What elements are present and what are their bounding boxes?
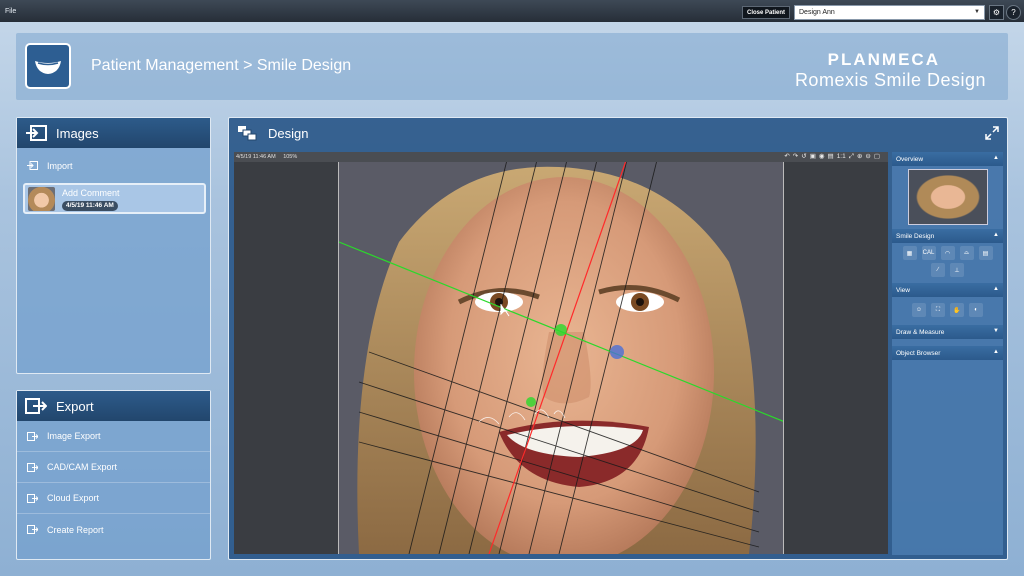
object-browser-section-header[interactable]: Object Browser ▲ (892, 346, 1003, 360)
face-grid-icon[interactable]: ▦ (902, 246, 917, 260)
patient-select-value: Design Ann (799, 9, 835, 16)
images-icon (25, 125, 47, 141)
canvas-zoom: 105% (283, 154, 298, 160)
brand-name: PLANMECA (827, 50, 940, 69)
collapse-icon: ▲ (993, 155, 999, 161)
draw-measure-label: Draw & Measure (896, 328, 945, 336)
ruler-icon[interactable]: ⊥ (950, 263, 964, 277)
close-patient-button[interactable]: Close Patient (742, 6, 791, 19)
smile-logo-icon (25, 43, 71, 89)
cloud-export-button[interactable]: Cloud Export (17, 483, 210, 514)
adjust-icon[interactable]: ◐ (969, 303, 983, 317)
menu-file[interactable]: File (5, 8, 16, 15)
canvas-date: 4/5/19 11:46 AM (236, 154, 276, 160)
settings-icon: ⚙ (992, 8, 1001, 17)
save-icon[interactable]: ▣ (810, 152, 816, 162)
app-header: Patient Management > Smile Design PLANME… (16, 33, 1008, 100)
settings-button[interactable]: ⚙ (989, 5, 1004, 20)
images-panel: Images Import Add Comment 4/5/19 11:46 A… (16, 117, 211, 374)
smile-design-tools-2: ∕ ⊥ (892, 263, 1003, 277)
smile-design-tools: ▦ CAL ◠ ⌓ ▤ (892, 246, 1003, 260)
zoom-in-icon[interactable]: ⊕ (857, 152, 862, 162)
cadcam-export-label: CAD/CAM Export (47, 462, 118, 472)
teeth-library-icon[interactable]: ⌓ (959, 246, 974, 260)
collapse-icon: ▲ (993, 349, 999, 355)
patient-thumbnail (28, 187, 55, 211)
overview-thumbnail[interactable] (907, 169, 988, 225)
create-report-icon (27, 525, 38, 534)
images-panel-header: Images (17, 118, 210, 148)
fullscreen-icon[interactable]: ⛶ (931, 303, 945, 317)
create-report-button[interactable]: Create Report (17, 514, 210, 545)
smile-design-label: Smile Design (896, 232, 935, 240)
image-export-button[interactable]: Image Export (17, 421, 210, 452)
reset-icon[interactable]: ↺ (801, 152, 806, 162)
images-panel-title: Images (56, 125, 99, 141)
tooth-shape-icon[interactable]: ▤ (978, 246, 993, 260)
camera-icon[interactable]: ◉ (819, 152, 825, 162)
hand-pan-icon[interactable]: ✋ (950, 303, 964, 317)
smile-curve-icon[interactable]: ◠ (940, 246, 955, 260)
overview-label: Overview (896, 155, 924, 163)
image-export-icon (27, 431, 38, 441)
face-view-icon[interactable]: ☺ (912, 303, 926, 317)
undo-icon[interactable]: ↶ (784, 152, 789, 162)
create-report-label: Create Report (47, 524, 104, 535)
cloud-export-icon (27, 493, 38, 503)
design-panel: Design 4/5/19 11:46 AM 105% ↶ ↷ ↺ ▣ ◉ ▤ … (228, 117, 1008, 560)
view-tools: ☺ ⛶ ✋ ◐ (892, 303, 1003, 317)
collapse-icon: ▲ (993, 232, 999, 238)
export-panel-header: Export (17, 391, 210, 421)
view-label: View (896, 286, 910, 294)
import-button[interactable]: Import (17, 150, 210, 181)
smile-design-overlay (339, 152, 783, 554)
fit-icon[interactable]: ⤢ (849, 152, 854, 162)
design-canvas[interactable]: 4/5/19 11:46 AM 105% ↶ ↷ ↺ ▣ ◉ ▤ 1:1 ⤢ ⊕… (234, 152, 888, 554)
help-button[interactable]: ? (1006, 5, 1021, 20)
ratio-icon[interactable]: 1:1 (837, 152, 846, 162)
object-browser-label: Object Browser (896, 349, 941, 357)
canvas-toolbar: ↶ ↷ ↺ ▣ ◉ ▤ 1:1 ⤢ ⊕ ⊖ ▢ (784, 152, 880, 162)
import-label: Import (47, 160, 73, 171)
calibrate-tool[interactable]: CAL (921, 246, 936, 260)
import-icon (27, 161, 38, 170)
design-panel-title: Design (268, 125, 309, 141)
draw-measure-section-header[interactable]: Draw & Measure ▼ (892, 325, 1003, 339)
print-icon[interactable]: ▤ (828, 152, 834, 162)
smile-design-section-header[interactable]: Smile Design ▲ (892, 229, 1003, 243)
image-date-badge: 4/5/19 11:46 AM (62, 201, 118, 211)
cadcam-export-icon (27, 462, 38, 472)
overview-section-header[interactable]: Overview ▲ (892, 152, 1003, 166)
export-panel-title: Export (56, 398, 94, 414)
crop-icon[interactable]: ▢ (874, 152, 880, 162)
cadcam-export-button[interactable]: CAD/CAM Export (17, 452, 210, 483)
collapse-icon: ▲ (993, 286, 999, 292)
add-comment-label[interactable]: Add Comment (62, 188, 120, 198)
expand-down-icon: ▼ (993, 328, 999, 334)
breadcrumb: Patient Management > Smile Design (91, 57, 352, 74)
view-section-header[interactable]: View ▲ (892, 283, 1003, 297)
image-thumbnail-card[interactable]: Add Comment 4/5/19 11:46 AM (23, 183, 206, 214)
expand-icon[interactable] (985, 126, 999, 140)
patient-select[interactable]: Design Ann ▼ (794, 5, 985, 20)
design-sidebar: Overview ▲ Smile Design ▲ ▦ CAL ◠ ⌓ ▤ ∕ … (892, 152, 1003, 555)
zoom-out-icon[interactable]: ⊖ (865, 152, 870, 162)
image-export-label: Image Export (47, 431, 101, 441)
design-layers-icon (237, 125, 259, 141)
patient-photo[interactable] (338, 152, 784, 554)
brand-product: Romexis Smile Design (794, 70, 986, 90)
design-panel-header: Design (229, 118, 1007, 148)
export-icon (25, 398, 47, 414)
export-panel: Export Image Export CAD/CAM Export Cloud… (16, 390, 211, 560)
cloud-export-label: Cloud Export (47, 493, 100, 503)
brush-icon[interactable]: ∕ (931, 263, 945, 277)
chevron-down-icon: ▼ (974, 9, 980, 15)
help-icon: ? (1011, 8, 1016, 17)
redo-icon[interactable]: ↷ (793, 152, 798, 162)
